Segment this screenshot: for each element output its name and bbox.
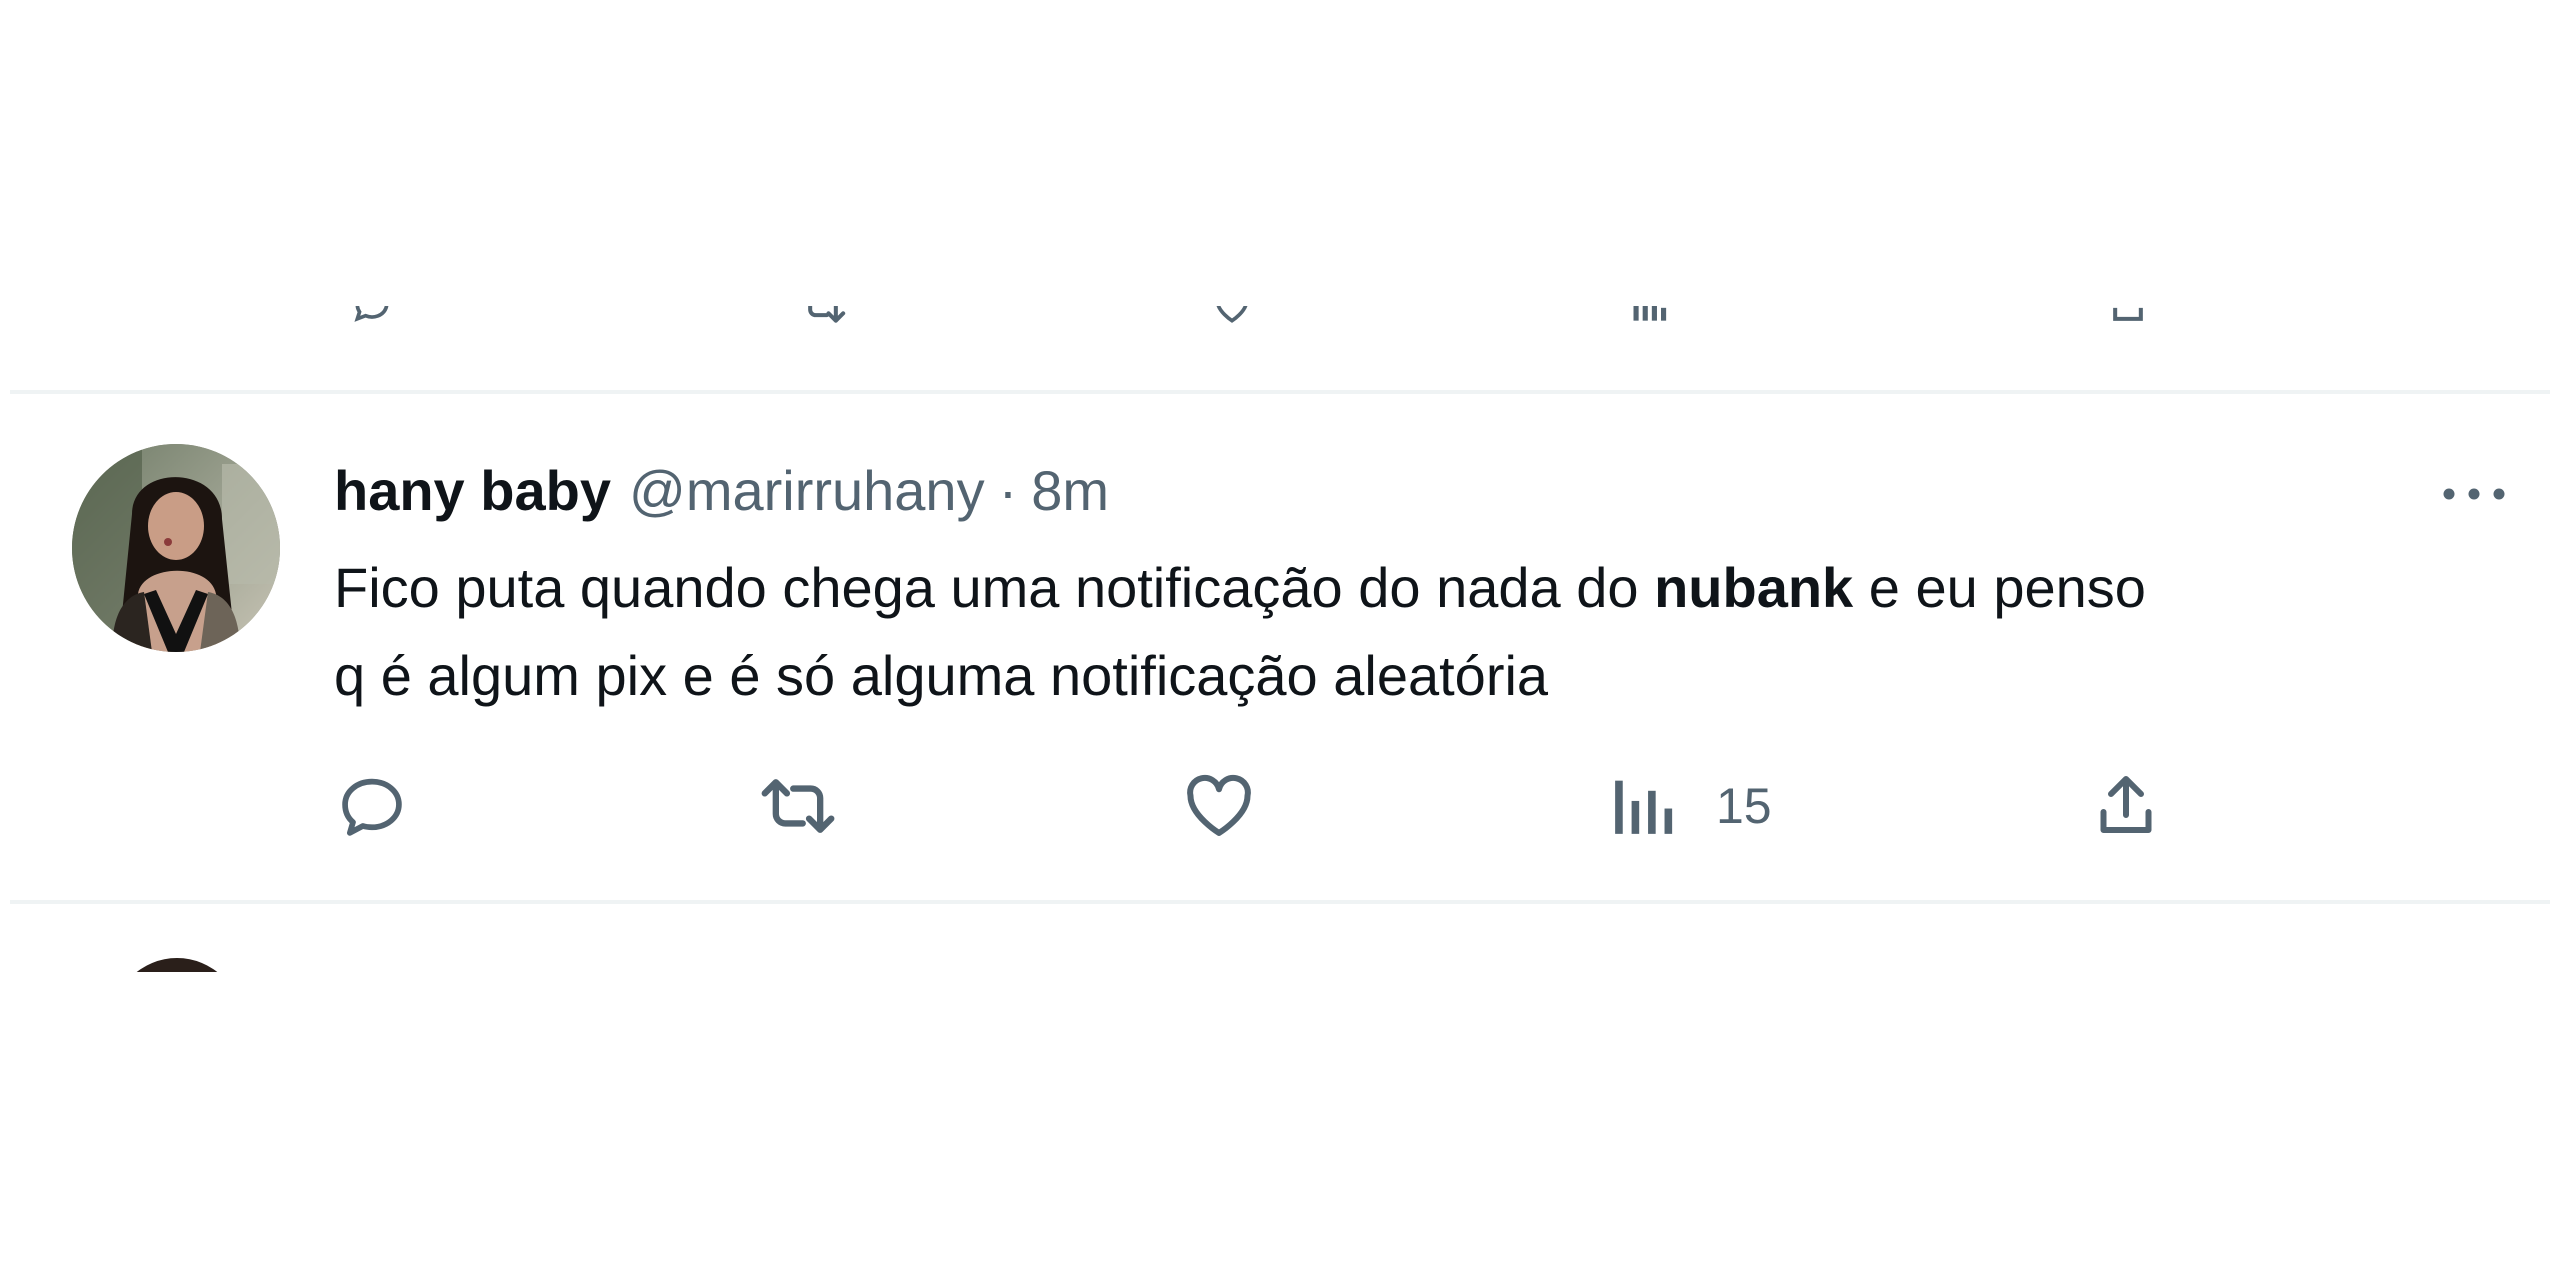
reply-icon[interactable] [345,306,399,326]
share-button[interactable] [2090,766,2162,846]
more-horizontal-icon [2443,488,2505,500]
retweet-icon[interactable] [786,306,860,326]
avatar[interactable] [72,444,280,652]
retweet-icon [761,779,835,833]
reply-icon [342,778,402,836]
more-button[interactable] [2434,464,2514,524]
tweet-text-line-2: q é algum pix e é só alguma notificação … [334,644,1549,707]
tweet-actions: 15 [0,766,2560,846]
previous-tweet-actions [0,306,2560,326]
tweet-divider [10,390,2550,394]
share-icon [2100,776,2152,833]
like-button[interactable] [1180,766,1258,846]
tweet-text-line-1: Fico puta quando chega uma notificação d… [334,556,2146,619]
next-tweet-avatar[interactable] [112,958,242,972]
separator-dot: · [998,459,1018,522]
display-name[interactable]: hany baby [334,454,611,528]
timeline: hany baby @marirruhany · 8m Fico puta qu… [0,0,2560,1280]
views-count: 15 [1716,778,1772,834]
reply-button[interactable] [334,766,410,846]
retweet-button[interactable] [756,766,840,846]
tweet-divider [10,900,2550,904]
blank-area [0,972,2560,1280]
like-icon[interactable] [1200,306,1264,326]
tweet-header: hany baby @marirruhany · 8m [334,454,1109,528]
share-icon[interactable] [2096,306,2160,326]
tweet[interactable]: hany baby @marirruhany · 8m Fico puta qu… [0,396,2560,896]
tweet-text: Fico puta quando chega uma notificação d… [334,544,2514,720]
views-icon[interactable] [1620,306,1680,326]
user-handle[interactable]: @marirruhany [629,454,985,528]
views-button[interactable]: 15 [1612,766,1772,846]
heart-icon [1187,774,1251,836]
timestamp[interactable]: 8m [1031,454,1109,528]
highlighted-term: nubank [1654,556,1854,619]
views-icon [1615,780,1673,834]
